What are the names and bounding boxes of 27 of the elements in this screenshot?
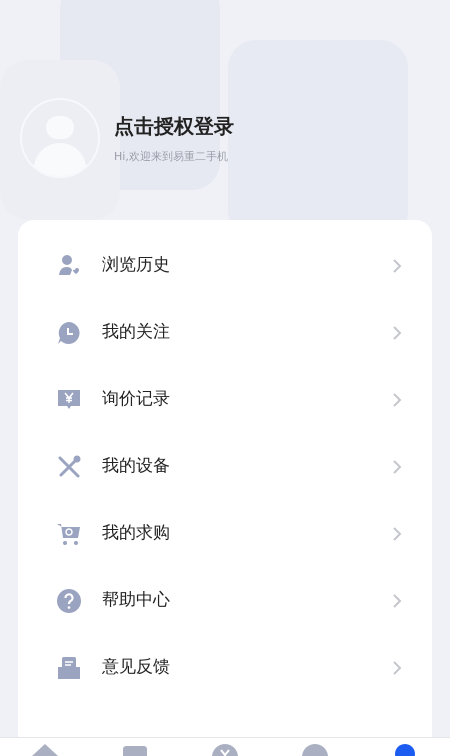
menu-label: 浏览历史 — [102, 254, 170, 277]
chevron-right-icon — [392, 324, 402, 340]
menu-label: 帮助中心 — [102, 588, 170, 612]
menu-item[interactable]: 我的设备 — [18, 433, 432, 500]
menu-item[interactable]: 我的关注 — [18, 299, 432, 366]
menu-item[interactable]: 帮助中心 — [18, 567, 432, 634]
menu-item[interactable]: 询价记录 — [18, 366, 432, 433]
chevron-right-icon — [392, 526, 402, 542]
chevron-right-icon — [392, 258, 402, 274]
clock-bubble-icon — [56, 320, 82, 346]
menu-label: 意见反馈 — [102, 656, 170, 679]
inbox-icon — [56, 654, 82, 680]
menu-item[interactable]: 意见反馈 — [18, 634, 432, 701]
chevron-right-icon — [392, 660, 402, 676]
menu-label: 我的求购 — [102, 522, 170, 545]
question-icon — [56, 588, 82, 614]
menu-label: 我的设备 — [102, 454, 170, 478]
menu-label: 我的关注 — [102, 320, 170, 344]
chevron-right-icon — [392, 592, 402, 608]
chevron-right-icon — [392, 392, 402, 408]
menu-item[interactable]: 我的求购 — [18, 500, 432, 567]
login-title[interactable]: 点击授权登录 — [114, 110, 234, 141]
tools-icon — [56, 454, 82, 480]
welcome-text: Hi,欢迎来到易重二手机 — [114, 148, 229, 165]
menu-item[interactable]: 浏览历史 — [18, 232, 432, 299]
chevron-right-icon — [392, 458, 402, 474]
menu-label: 询价记录 — [102, 388, 170, 411]
